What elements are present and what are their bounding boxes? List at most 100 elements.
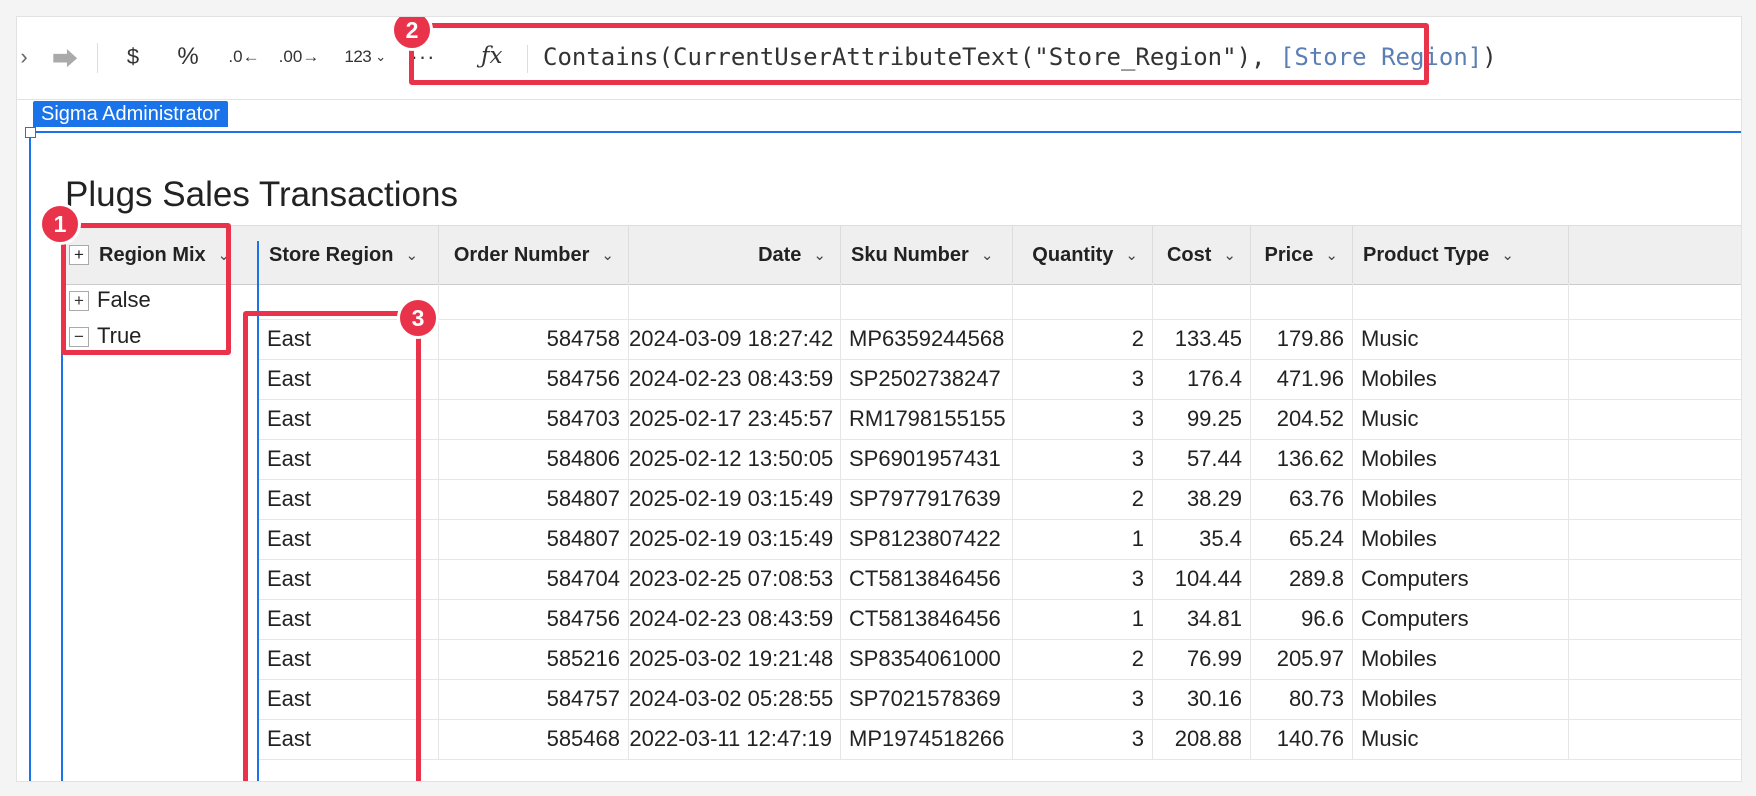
table-cell-order-number[interactable]: 584756: [439, 599, 629, 639]
table-cell-cost[interactable]: 176.4: [1153, 359, 1251, 399]
table-cell-product-type[interactable]: Mobiles: [1353, 359, 1569, 399]
table-cell-order-number[interactable]: 584704: [439, 559, 629, 599]
redo-icon[interactable]: ⮕: [45, 39, 85, 75]
table-cell-product-type[interactable]: Music: [1353, 399, 1569, 439]
table-cell-quantity[interactable]: 2: [1013, 479, 1153, 519]
chevron-down-icon[interactable]: ⌄: [601, 246, 614, 264]
number-format-dropdown[interactable]: 123 ⌄: [335, 39, 395, 75]
table-cell-cost[interactable]: 35.4: [1153, 519, 1251, 559]
table-cell-cost[interactable]: 30.16: [1153, 679, 1251, 719]
table-cell-product-type[interactable]: Computers: [1353, 559, 1569, 599]
table-row[interactable]: East 585468 2022-03-11 12:47:19 MP197451826…: [259, 719, 1741, 760]
table-cell-quantity[interactable]: 2: [1013, 319, 1153, 359]
table-cell-cost[interactable]: 38.29: [1153, 479, 1251, 519]
table-row[interactable]: East 584807 2025-02-19 03:15:49 SP812380742…: [259, 519, 1741, 560]
table-cell-quantity[interactable]: 1: [1013, 599, 1153, 639]
resize-handle[interactable]: [25, 127, 36, 138]
table-cell-date[interactable]: 2024-02-23 08:43:59: [629, 359, 841, 399]
table-cell-date[interactable]: 2025-02-19 03:15:49: [629, 519, 841, 559]
table-cell-date[interactable]: 2023-02-25 07:08:53: [629, 559, 841, 599]
percent-format-button[interactable]: %: [168, 39, 208, 75]
table-cell-cost[interactable]: 208.88: [1153, 719, 1251, 759]
table-cell-price[interactable]: 289.8: [1251, 559, 1353, 599]
table-cell-price[interactable]: 140.76: [1251, 719, 1353, 759]
table-cell-price[interactable]: 80.73: [1251, 679, 1353, 719]
table-cell-date[interactable]: 2025-02-19 03:15:49: [629, 479, 841, 519]
table-cell-sku-number[interactable]: CT5813846456: [841, 599, 1013, 639]
table-cell-quantity[interactable]: 3: [1013, 679, 1153, 719]
table-cell-price[interactable]: 179.86: [1251, 319, 1353, 359]
table-cell-sku-number[interactable]: MP1974518266: [841, 719, 1013, 759]
table-cell-sku-number[interactable]: SP2502738247: [841, 359, 1013, 399]
table-cell-sku-number[interactable]: SP7021578369: [841, 679, 1013, 719]
column-header-price[interactable]: Price ⌄: [1251, 226, 1353, 284]
table-cell-quantity[interactable]: 3: [1013, 359, 1153, 399]
table-row[interactable]: East 584756 2024-02-23 08:43:59 CT581384645…: [259, 599, 1741, 640]
table-cell-product-type[interactable]: Mobiles: [1353, 479, 1569, 519]
decrease-decimals-button[interactable]: .0 ←: [222, 39, 266, 75]
chevron-down-icon[interactable]: ⌄: [981, 246, 994, 264]
table-cell-quantity[interactable]: 2: [1013, 639, 1153, 679]
table-cell-cost[interactable]: 104.44: [1153, 559, 1251, 599]
table-cell-quantity[interactable]: 3: [1013, 719, 1153, 759]
column-header-order-number[interactable]: Order Number ⌄: [439, 226, 629, 284]
table-cell-product-type[interactable]: Mobiles: [1353, 519, 1569, 559]
table-row[interactable]: East 584703 2025-02-17 23:45:57 RM179815515…: [259, 399, 1741, 440]
table-cell-cost[interactable]: 57.44: [1153, 439, 1251, 479]
table-cell-sku-number[interactable]: SP6901957431: [841, 439, 1013, 479]
table-cell-product-type[interactable]: Music: [1353, 319, 1569, 359]
table-cell-sku-number[interactable]: SP7977917639: [841, 479, 1013, 519]
column-header-cost[interactable]: Cost ⌄: [1153, 226, 1251, 284]
table-cell-price[interactable]: 204.52: [1251, 399, 1353, 439]
table-cell-order-number[interactable]: 585216: [439, 639, 629, 679]
column-header-product-type[interactable]: Product Type ⌄: [1353, 226, 1569, 284]
table-row[interactable]: East 584806 2025-02-12 13:50:05 SP690195743…: [259, 439, 1741, 480]
chevron-down-icon[interactable]: ⌄: [1501, 246, 1514, 264]
table-cell-price[interactable]: 96.6: [1251, 599, 1353, 639]
table-cell-cost[interactable]: 99.25: [1153, 399, 1251, 439]
table-cell-order-number[interactable]: 585468: [439, 719, 629, 759]
table-cell-quantity[interactable]: 3: [1013, 559, 1153, 599]
scroll-left-indicator[interactable]: ›: [17, 39, 31, 75]
chevron-down-icon[interactable]: ⌄: [1125, 246, 1138, 264]
table-cell-price[interactable]: 63.76: [1251, 479, 1353, 519]
table-row[interactable]: East 584758 2024-03-09 18:27:42 MP635924456…: [259, 319, 1741, 360]
table-cell-order-number[interactable]: 584807: [439, 479, 629, 519]
table-cell-product-type[interactable]: Mobiles: [1353, 679, 1569, 719]
table-cell-sku-number[interactable]: MP6359244568: [841, 319, 1013, 359]
table-cell-product-type[interactable]: Mobiles: [1353, 639, 1569, 679]
table-cell-price[interactable]: 471.96: [1251, 359, 1353, 399]
table-cell-date[interactable]: 2025-03-02 19:21:48: [629, 639, 841, 679]
table-cell-order-number[interactable]: 584703: [439, 399, 629, 439]
chevron-down-icon[interactable]: ⌄: [405, 246, 418, 264]
table-cell-order-number[interactable]: 584758: [439, 319, 629, 359]
table-cell-sku-number[interactable]: SP8354061000: [841, 639, 1013, 679]
table-row[interactable]: East 584807 2025-02-19 03:15:49 SP797791763…: [259, 479, 1741, 520]
table-cell-cost[interactable]: 76.99: [1153, 639, 1251, 679]
table-cell-order-number[interactable]: 584757: [439, 679, 629, 719]
table-cell-date[interactable]: 2025-02-12 13:50:05: [629, 439, 841, 479]
table-cell-quantity[interactable]: 1: [1013, 519, 1153, 559]
table-cell-product-type[interactable]: Music: [1353, 719, 1569, 759]
chevron-down-icon[interactable]: ⌄: [1325, 246, 1338, 264]
currency-format-button[interactable]: $: [113, 39, 153, 75]
table-cell-date[interactable]: 2024-02-23 08:43:59: [629, 599, 841, 639]
column-header-date[interactable]: Date ⌄: [629, 226, 841, 284]
table-cell-product-type[interactable]: Mobiles: [1353, 439, 1569, 479]
table-row[interactable]: East 584704 2023-02-25 07:08:53 CT581384645…: [259, 559, 1741, 600]
table-row[interactable]: East 585216 2025-03-02 19:21:48 SP835406100…: [259, 639, 1741, 680]
table-cell-product-type[interactable]: Computers: [1353, 599, 1569, 639]
table-row[interactable]: East 584757 2024-03-02 05:28:55 SP702157836…: [259, 679, 1741, 720]
table-cell-price[interactable]: 65.24: [1251, 519, 1353, 559]
column-header-quantity[interactable]: Quantity ⌄: [1013, 226, 1153, 284]
table-row[interactable]: East 584756 2024-02-23 08:43:59 SP250273824…: [259, 359, 1741, 400]
table-cell-sku-number[interactable]: RM1798155155: [841, 399, 1013, 439]
table-cell-quantity[interactable]: 3: [1013, 399, 1153, 439]
chevron-down-icon[interactable]: ⌄: [1223, 246, 1236, 264]
table-cell-sku-number[interactable]: SP8123807422: [841, 519, 1013, 559]
table-cell-date[interactable]: 2025-02-17 23:45:57: [629, 399, 841, 439]
table-cell-order-number[interactable]: 584807: [439, 519, 629, 559]
table-cell-date[interactable]: 2022-03-11 12:47:19: [629, 719, 841, 759]
table-cell-sku-number[interactable]: CT5813846456: [841, 559, 1013, 599]
table-cell-date[interactable]: 2024-03-02 05:28:55: [629, 679, 841, 719]
